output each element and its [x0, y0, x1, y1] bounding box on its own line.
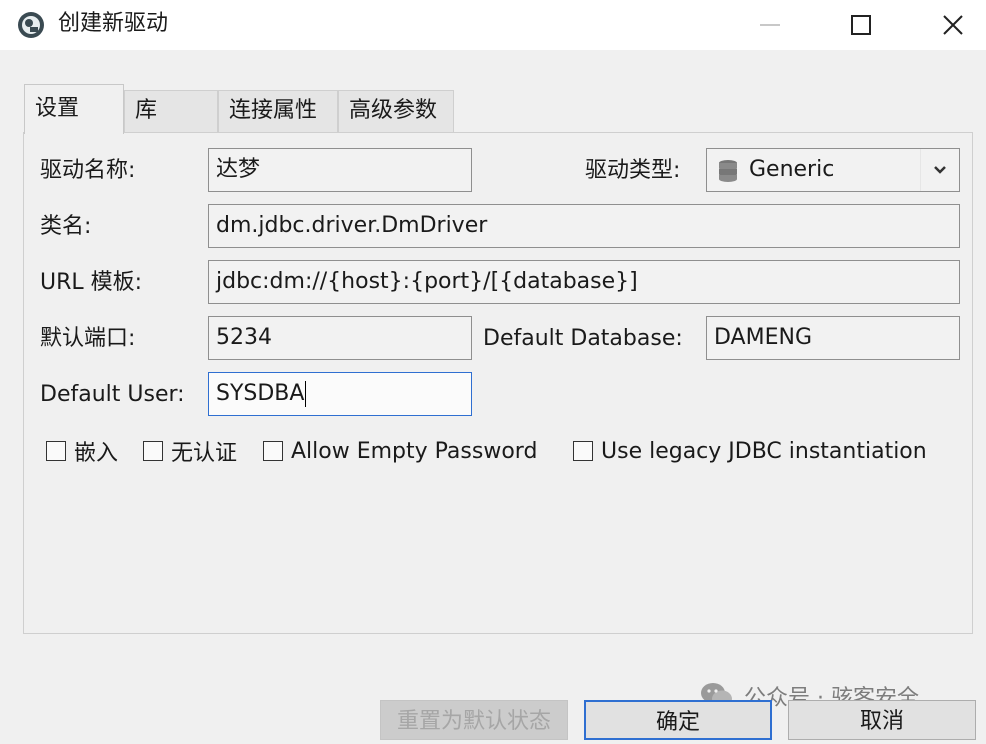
checkbox-label: Allow Empty Password [291, 438, 538, 464]
url-template-label: URL 模板: [40, 270, 143, 295]
text-caret [305, 381, 307, 407]
chevron-down-icon [934, 166, 946, 174]
cancel-button[interactable]: 取消 [788, 700, 976, 740]
tab-settings[interactable]: 设置 [24, 84, 124, 134]
checkbox-label: 嵌入 [74, 441, 119, 466]
class-name-input[interactable]: dm.jdbc.driver.DmDriver [208, 204, 960, 248]
checkbox-label: 无认证 [171, 441, 238, 466]
checkbox-box[interactable] [263, 441, 283, 461]
allow-empty-password-checkbox[interactable]: Allow Empty Password [263, 436, 537, 466]
default-user-input[interactable]: SYSDBA [208, 372, 472, 416]
driver-name-label: 驱动名称: [40, 158, 136, 183]
driver-name-input[interactable]: 达梦 [208, 148, 472, 192]
class-name-label: 类名: [40, 214, 92, 239]
default-port-input[interactable]: 5234 [208, 316, 472, 360]
checkbox-box[interactable] [143, 441, 163, 461]
maximize-button[interactable] [831, 0, 891, 50]
dropdown-arrow[interactable] [920, 149, 959, 191]
window-title: 创建新驱动 [58, 11, 169, 36]
url-template-input[interactable]: jdbc:dm://{host}:{port}/[{database}] [208, 260, 960, 304]
default-user-value: SYSDBA [216, 381, 305, 406]
default-user-label: Default User: [40, 382, 185, 407]
default-database-input[interactable]: DAMENG [706, 316, 960, 360]
reset-defaults-button[interactable]: 重置为默认状态 [380, 700, 568, 740]
no-auth-checkbox[interactable]: 无认证 [143, 436, 237, 466]
default-port-label: 默认端口: [40, 326, 136, 351]
title-bar: 创建新驱动 [0, 0, 986, 50]
legacy-jdbc-checkbox[interactable]: Use legacy JDBC instantiation [573, 436, 927, 466]
driver-type-value: Generic [749, 157, 835, 182]
maximize-icon [851, 15, 871, 35]
default-database-label: Default Database: [483, 326, 683, 351]
close-icon [943, 15, 963, 35]
ok-button[interactable]: 确定 [584, 700, 772, 740]
tab-advanced-parameters[interactable]: 高级参数 [338, 90, 454, 132]
embedded-checkbox[interactable]: 嵌入 [46, 436, 118, 466]
checkbox-box[interactable] [46, 441, 66, 461]
database-icon [719, 160, 737, 182]
close-button[interactable] [923, 0, 983, 50]
minimize-button[interactable] [740, 0, 800, 50]
checkbox-label: Use legacy JDBC instantiation [601, 438, 927, 464]
tab-library[interactable]: 库 [124, 90, 218, 132]
driver-gear-icon [18, 12, 44, 38]
driver-type-label: 驱动类型: [585, 158, 681, 183]
minimize-icon [760, 24, 780, 26]
driver-type-select[interactable]: Generic [706, 148, 960, 192]
checkbox-box[interactable] [573, 441, 593, 461]
tab-connection-properties[interactable]: 连接属性 [218, 90, 338, 132]
